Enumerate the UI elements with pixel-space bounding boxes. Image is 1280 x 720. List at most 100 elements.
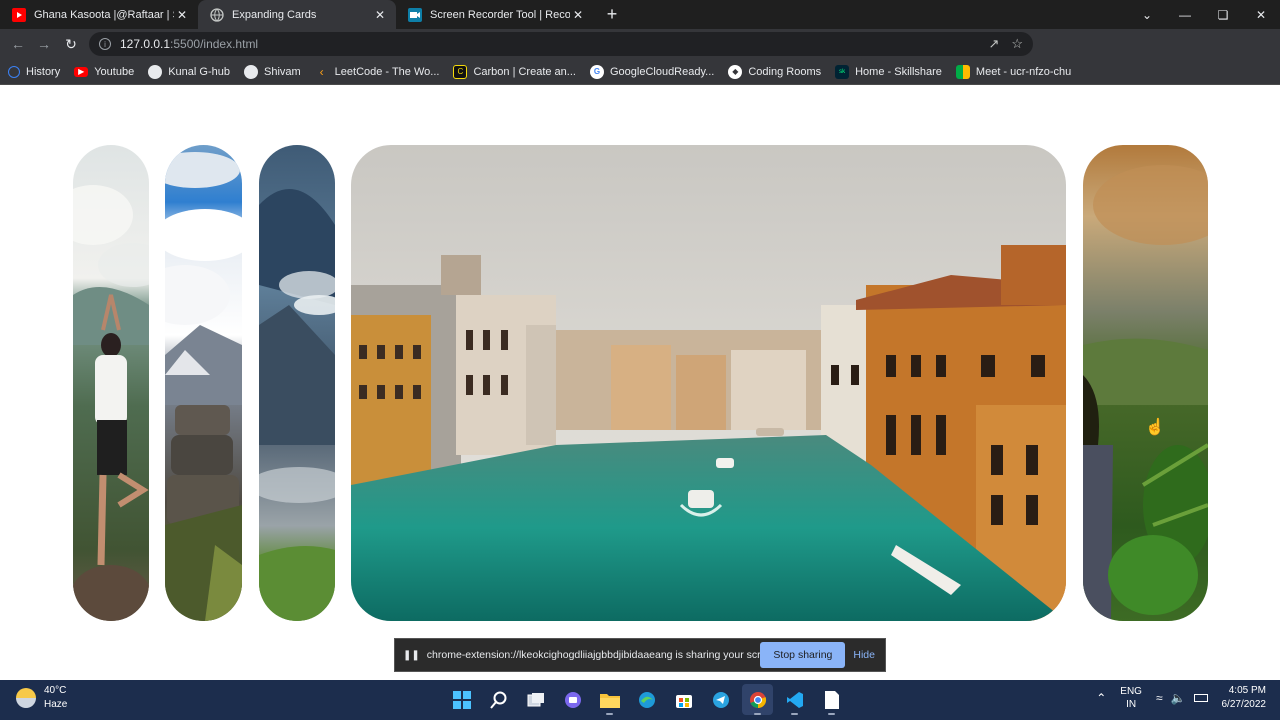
start-icon[interactable]: [446, 684, 477, 715]
bookmark-label: Kunal G-hub: [168, 65, 230, 78]
clock[interactable]: 4:05 PM 6/27/2022: [1222, 684, 1267, 712]
close-icon[interactable]: ✕: [174, 8, 190, 22]
teams-chat-icon[interactable]: [557, 684, 588, 715]
language-code: ENG: [1120, 686, 1142, 697]
recorder-icon: [408, 7, 422, 22]
url-path: :5500/index.html: [170, 37, 259, 51]
running-indicator: [754, 713, 761, 715]
history-icon: [8, 65, 20, 78]
running-indicator: [606, 713, 613, 715]
screen-sharing-bar: ❚❚ chrome-extension://lkeokcighogdliiajg…: [394, 638, 886, 672]
page-content: ☝: [0, 85, 1280, 680]
bookmark-leetcode[interactable]: ‹ LeetCode - The Wo...: [315, 65, 440, 79]
close-icon[interactable]: ✕: [372, 8, 388, 22]
chrome-icon[interactable]: [742, 684, 773, 715]
forward-button[interactable]: →: [31, 31, 57, 57]
browser-tab-strip: Ghana Kasoota |@Raftaar | Surbh ✕ Expand…: [0, 0, 1280, 29]
panel-forest[interactable]: ☝: [1083, 145, 1208, 621]
bookmark-star-icon[interactable]: ☆: [1011, 36, 1023, 52]
skillshare-icon: sk: [835, 64, 850, 79]
bookmark-label: Youtube: [94, 65, 135, 78]
weather-condition: Haze: [44, 699, 68, 710]
taskbar-apps: [446, 684, 847, 715]
task-view-icon[interactable]: [520, 684, 551, 715]
back-button[interactable]: ←: [5, 31, 31, 57]
running-indicator: [828, 713, 835, 715]
tab-expanding-cards[interactable]: Expanding Cards ✕: [198, 0, 396, 29]
close-window-icon[interactable]: ✕: [1242, 0, 1280, 29]
bookmark-googlecloudready[interactable]: G GoogleCloudReady...: [589, 64, 715, 79]
forest-image: [1083, 145, 1208, 621]
wifi-icon[interactable]: ≈: [1156, 691, 1163, 705]
youtube-icon: [12, 7, 26, 22]
globe-icon: [210, 7, 224, 22]
bookmarks-bar: History ▶ Youtube Kunal G-hub Shivam ‹ Lee…: [0, 59, 1280, 85]
edge-icon[interactable]: [631, 684, 662, 715]
bookmark-meet[interactable]: Meet - ucr-nfzo-chu: [955, 64, 1072, 79]
bookmark-coding-rooms[interactable]: ◆ Coding Rooms: [728, 64, 822, 79]
share-icon[interactable]: ↗: [988, 36, 999, 52]
bookmark-carbon[interactable]: C Carbon | Create an...: [453, 64, 576, 79]
tab-search-icon[interactable]: ⌄: [1128, 0, 1166, 29]
bookmark-shivam[interactable]: Shivam: [243, 64, 301, 79]
panel-mountain-valley[interactable]: [259, 145, 335, 621]
venice-canal-image: [351, 145, 1066, 621]
reload-button[interactable]: ↻: [58, 31, 84, 57]
url-host: 127.0.0.1: [120, 37, 171, 51]
panel-mountain-cairn[interactable]: [165, 145, 242, 621]
close-icon[interactable]: ✕: [570, 8, 586, 22]
region-code: IN: [1126, 699, 1137, 710]
chevron-up-icon[interactable]: ⌃: [1096, 691, 1106, 705]
google-icon: G: [589, 64, 604, 79]
bookmark-label: Meet - ucr-nfzo-chu: [975, 65, 1072, 78]
notepad-icon[interactable]: [816, 684, 847, 715]
bookmark-history[interactable]: History: [8, 65, 60, 78]
bookmark-skillshare[interactable]: sk Home - Skillshare: [835, 64, 942, 79]
site-info-icon[interactable]: i: [99, 38, 111, 50]
window-controls: ⌄ — ❏ ✕: [1128, 0, 1280, 29]
search-icon[interactable]: [483, 684, 514, 715]
file-explorer-icon[interactable]: [594, 684, 625, 715]
meet-icon: [955, 64, 970, 79]
weather-widget[interactable]: 40°C Haze: [16, 684, 67, 712]
tab-screen-recorder[interactable]: Screen Recorder Tool | Records S ✕: [396, 0, 594, 29]
temperature: 40°C: [44, 685, 67, 696]
stop-sharing-button[interactable]: Stop sharing: [760, 642, 846, 668]
yoga-image: [73, 145, 149, 621]
hand-cursor-icon: ☝: [1145, 419, 1165, 436]
panel-yoga[interactable]: [73, 145, 149, 621]
telegram-icon[interactable]: [705, 684, 736, 715]
windows-taskbar: 40°C Haze ⌃ ENG IN ≈ 🔈 4:05 PM 6/27/2022: [0, 680, 1280, 720]
haze-icon: [16, 688, 36, 708]
running-indicator: [791, 713, 798, 715]
address-bar[interactable]: i 127.0.0.1:5500/index.html ↗ ☆: [89, 32, 1033, 56]
language-indicator[interactable]: ENG IN: [1120, 685, 1142, 711]
tab-title: Screen Recorder Tool | Records S: [430, 8, 570, 21]
bookmark-label: Coding Rooms: [748, 65, 822, 78]
date: 6/27/2022: [1221, 699, 1267, 710]
browser-toolbar: ← → ↻ i 127.0.0.1:5500/index.html ↗ ☆ ▮ …: [0, 29, 1280, 82]
bookmark-youtube[interactable]: ▶ Youtube: [74, 66, 134, 78]
battery-icon[interactable]: [1193, 694, 1208, 702]
time: 4:05 PM: [1228, 685, 1266, 696]
vscode-icon[interactable]: [779, 684, 810, 715]
coding-rooms-icon: ◆: [728, 64, 743, 79]
github-icon: [148, 64, 163, 79]
bookmark-label: LeetCode - The Wo...: [334, 65, 440, 78]
volume-icon[interactable]: 🔈: [1171, 691, 1186, 705]
store-icon[interactable]: [668, 684, 699, 715]
leetcode-icon: ‹: [319, 64, 324, 79]
bookmark-label: GoogleCloudReady...: [609, 65, 715, 78]
maximize-icon[interactable]: ❏: [1204, 0, 1242, 29]
minimize-icon[interactable]: —: [1166, 0, 1204, 29]
bookmark-kunal-ghub[interactable]: Kunal G-hub: [148, 64, 230, 79]
mountain-cairn-image: [165, 145, 242, 621]
bookmark-label: Home - Skillshare: [855, 65, 942, 78]
tab-ghana-kasoota[interactable]: Ghana Kasoota |@Raftaar | Surbh ✕: [0, 0, 198, 29]
bookmark-label: Carbon | Create an...: [473, 65, 576, 78]
pause-icon: ❚❚: [403, 649, 420, 661]
panel-venice-canal[interactable]: [351, 145, 1066, 621]
bookmark-label: Shivam: [263, 65, 301, 78]
hide-button[interactable]: Hide: [853, 649, 875, 661]
new-tab-button[interactable]: +: [598, 0, 626, 29]
